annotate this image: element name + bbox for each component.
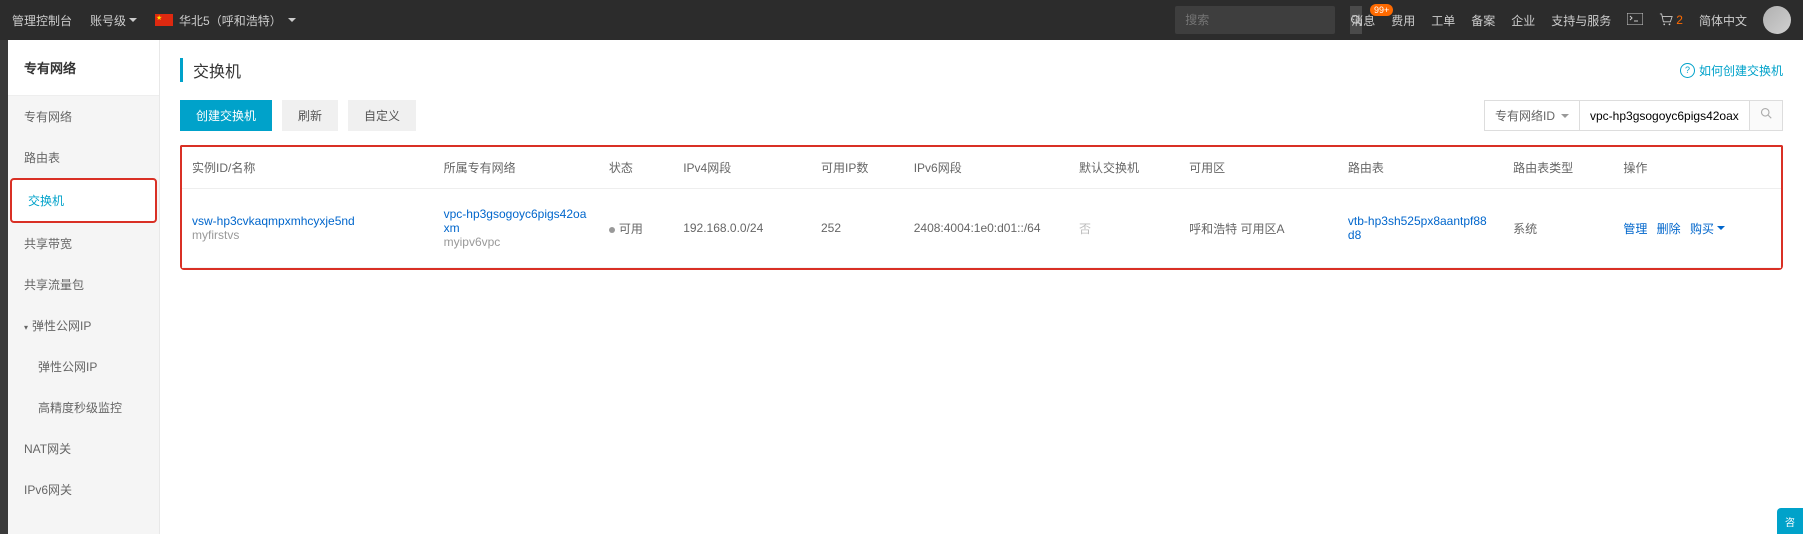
- col-zone: 可用区: [1179, 147, 1338, 189]
- ipv4-cell: 192.168.0.0/24: [673, 189, 811, 268]
- caret-down-icon: [288, 18, 296, 22]
- float-help-widget[interactable]: 咨: [1777, 508, 1803, 534]
- default-cell: 否: [1079, 222, 1091, 236]
- sidebar-item-nat[interactable]: NAT网关: [8, 428, 159, 469]
- search-icon: [1760, 107, 1772, 119]
- top-bar: 管理控制台 账号级 华北5（呼和浩特） 消息 99+ 费用 工单 备案 企业 支…: [0, 0, 1803, 40]
- sidebar-item-switch[interactable]: 交换机: [10, 178, 157, 223]
- workorder-link[interactable]: 工单: [1431, 12, 1455, 29]
- vpc-name: myipv6vpc: [444, 235, 589, 249]
- sidebar-item-bandwidth[interactable]: 共享带宽: [8, 223, 159, 264]
- console-link[interactable]: 管理控制台: [12, 12, 72, 29]
- sidebar-item-ipv6[interactable]: IPv6网关: [8, 469, 159, 510]
- region-label: 华北5（呼和浩特）: [179, 12, 282, 29]
- manage-action[interactable]: 管理: [1623, 222, 1647, 236]
- messages-label: 消息: [1351, 14, 1375, 28]
- col-ipcount: 可用IP数: [811, 147, 904, 189]
- messages-link[interactable]: 消息 99+: [1351, 12, 1375, 29]
- topbar-left: 管理控制台 账号级 华北5（呼和浩特）: [12, 12, 296, 29]
- filter-search-button[interactable]: [1750, 100, 1783, 131]
- table-header-row: 实例ID/名称 所属专有网络 状态 IPv4网段 可用IP数 IPv6网段 默认…: [182, 147, 1781, 189]
- filter-type-dropdown[interactable]: 专有网络ID: [1484, 100, 1580, 131]
- col-status: 状态: [599, 147, 673, 189]
- cart-link[interactable]: 2: [1659, 13, 1683, 27]
- sidebar-item-traffic[interactable]: 共享流量包: [8, 264, 159, 305]
- filter-type-label: 专有网络ID: [1495, 107, 1555, 124]
- delete-action[interactable]: 删除: [1657, 222, 1681, 236]
- left-dark-strip: [0, 40, 8, 534]
- account-dropdown[interactable]: 账号级: [90, 12, 137, 29]
- col-vpc: 所属专有网络: [434, 147, 599, 189]
- col-routetype: 路由表类型: [1503, 147, 1613, 189]
- vpc-id-link[interactable]: vpc-hp3gsogoyc6pigs42oaxm: [444, 207, 589, 235]
- account-label: 账号级: [90, 12, 126, 29]
- enterprise-link[interactable]: 企业: [1511, 12, 1535, 29]
- instance-id-link[interactable]: vsw-hp3cvkaqmpxmhcyxje5nd: [192, 214, 424, 228]
- col-instance: 实例ID/名称: [182, 147, 434, 189]
- content-area: 交换机 如何创建交换机 创建交换机 刷新 自定义 专有网络ID: [160, 40, 1803, 534]
- col-ipv4: IPv4网段: [673, 147, 811, 189]
- col-ops: 操作: [1613, 147, 1781, 189]
- buy-action[interactable]: 购买: [1690, 220, 1725, 237]
- col-ipv6: IPv6网段: [904, 147, 1069, 189]
- instance-name: myfirstvs: [192, 228, 424, 242]
- action-bar: 创建交换机 刷新 自定义 专有网络ID: [160, 100, 1803, 145]
- global-search: [1175, 6, 1335, 34]
- zone-cell: 呼和浩特 可用区A: [1179, 189, 1338, 268]
- table-container: 实例ID/名称 所属专有网络 状态 IPv4网段 可用IP数 IPv6网段 默认…: [180, 147, 1783, 270]
- caret-down-icon: [1561, 114, 1569, 118]
- routetype-cell: 系统: [1503, 189, 1613, 268]
- routetable-link[interactable]: vtb-hp3sh525px8aantpf88d8: [1348, 214, 1493, 242]
- terminal-icon[interactable]: [1627, 12, 1643, 28]
- status-text: 可用: [619, 222, 643, 236]
- refresh-button[interactable]: 刷新: [282, 100, 338, 131]
- ipv6-cell: 2408:4004:1e0:d01::/64: [904, 189, 1069, 268]
- filter-group: 专有网络ID: [1484, 100, 1783, 131]
- avatar[interactable]: [1763, 6, 1791, 34]
- messages-badge: 99+: [1370, 4, 1393, 16]
- cart-count: 2: [1676, 13, 1683, 27]
- region-selector[interactable]: 华北5（呼和浩特）: [155, 12, 296, 29]
- filing-link[interactable]: 备案: [1471, 12, 1495, 29]
- page-title: 交换机: [180, 58, 241, 82]
- col-routetable: 路由表: [1338, 147, 1503, 189]
- help-link[interactable]: 如何创建交换机: [1680, 62, 1783, 79]
- create-button[interactable]: 创建交换机: [180, 100, 272, 131]
- caret-down-icon: [129, 18, 137, 22]
- status-dot-icon: [609, 227, 615, 233]
- buy-label: 购买: [1690, 220, 1714, 237]
- sidebar-item-eip-group[interactable]: 弹性公网IP: [8, 305, 159, 346]
- sidebar-item-route[interactable]: 路由表: [8, 137, 159, 178]
- support-link[interactable]: 支持与服务: [1551, 12, 1611, 29]
- table-row: vsw-hp3cvkaqmpxmhcyxje5nd myfirstvs vpc-…: [182, 189, 1781, 268]
- china-flag-icon: [155, 14, 173, 26]
- ipcount-cell: 252: [811, 189, 904, 268]
- sidebar: 专有网络 专有网络 路由表 交换机 共享带宽 共享流量包 弹性公网IP 弹性公网…: [8, 40, 160, 534]
- sidebar-item-monitor[interactable]: 高精度秒级监控: [8, 387, 159, 428]
- caret-down-icon: [1717, 226, 1725, 230]
- page-header: 交换机 如何创建交换机: [160, 40, 1803, 100]
- topbar-right: 消息 99+ 费用 工单 备案 企业 支持与服务 2 简体中文: [1351, 6, 1791, 34]
- language-selector[interactable]: 简体中文: [1699, 12, 1747, 29]
- sidebar-item-eip[interactable]: 弹性公网IP: [8, 346, 159, 387]
- sidebar-title: 专有网络: [8, 40, 159, 96]
- col-default: 默认交换机: [1069, 147, 1179, 189]
- vswitch-table: 实例ID/名称 所属专有网络 状态 IPv4网段 可用IP数 IPv6网段 默认…: [182, 147, 1781, 268]
- custom-button[interactable]: 自定义: [348, 100, 416, 131]
- search-input[interactable]: [1175, 13, 1350, 27]
- sidebar-item-vpc[interactable]: 专有网络: [8, 96, 159, 137]
- cost-link[interactable]: 费用: [1391, 12, 1415, 29]
- filter-value-input[interactable]: [1580, 100, 1750, 131]
- cart-icon: [1659, 13, 1673, 27]
